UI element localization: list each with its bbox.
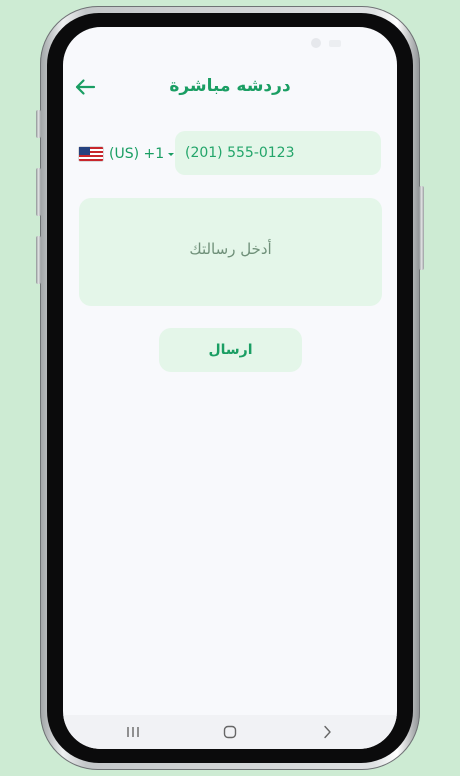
side-button [36, 236, 41, 284]
recents-icon [127, 727, 139, 737]
battery-icon [329, 40, 341, 47]
status-bar [63, 27, 397, 63]
nav-back-button[interactable] [297, 715, 357, 749]
app-screen: دردشه مباشرة (US) +1 ارسال [63, 27, 397, 749]
us-flag-icon [79, 147, 103, 161]
side-button [36, 168, 41, 216]
side-button [36, 110, 41, 138]
system-nav-bar [63, 715, 397, 749]
recents-button[interactable] [103, 715, 163, 749]
home-button[interactable] [200, 715, 260, 749]
country-code-picker[interactable]: (US) +1 [77, 131, 175, 177]
send-button[interactable]: ارسال [159, 328, 302, 372]
side-button [419, 186, 424, 270]
phone-number-input[interactable] [175, 131, 381, 175]
page-title: دردشه مباشرة [169, 76, 291, 96]
home-icon [223, 725, 237, 739]
status-icon [311, 38, 321, 48]
dial-code: (US) +1 [109, 146, 165, 162]
message-input[interactable] [79, 198, 382, 306]
phone-row: (US) +1 [77, 131, 383, 177]
app-header: دردشه مباشرة [63, 67, 397, 107]
chevron-right-icon [324, 725, 331, 739]
chevron-down-icon [168, 152, 175, 156]
